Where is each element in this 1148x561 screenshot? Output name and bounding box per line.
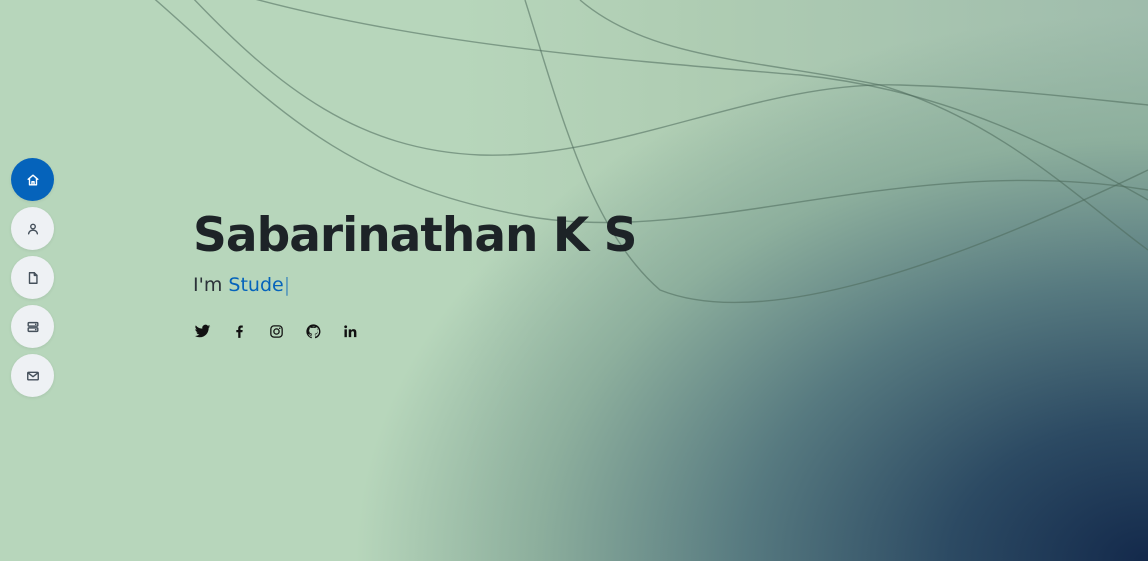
github-icon	[306, 323, 321, 338]
facebook-link[interactable]	[231, 320, 268, 342]
linkedin-link[interactable]	[342, 320, 379, 342]
file-icon	[28, 271, 38, 284]
hero-name: Sabarinathan K S	[193, 208, 637, 263]
linkedin-icon	[344, 324, 357, 337]
person-icon	[27, 223, 38, 235]
twitter-link[interactable]	[194, 320, 231, 342]
typing-cursor: |	[283, 274, 291, 296]
typed-role: Stude	[228, 274, 284, 296]
twitter-icon	[194, 324, 211, 337]
nav-services-button[interactable]	[11, 305, 54, 348]
instagram-icon	[270, 324, 283, 338]
facebook-icon	[236, 325, 243, 338]
hero-subtitle: I'm Stude|	[193, 271, 637, 299]
instagram-link[interactable]	[268, 320, 305, 342]
subtitle-prefix: I'm	[193, 274, 223, 296]
nav-resume-button[interactable]	[11, 256, 54, 299]
nav-contact-button[interactable]	[11, 354, 54, 397]
github-link[interactable]	[305, 320, 342, 342]
nav-home-button[interactable]	[11, 158, 54, 201]
nav-about-button[interactable]	[11, 207, 54, 250]
server-icon	[26, 321, 39, 332]
social-links	[194, 320, 637, 342]
hero-section: Sabarinathan K S I'm Stude|	[0, 0, 1148, 561]
envelope-icon	[26, 371, 39, 381]
home-icon	[26, 173, 39, 186]
side-navigation	[11, 158, 54, 403]
intro-block: Sabarinathan K S I'm Stude|	[193, 207, 637, 342]
